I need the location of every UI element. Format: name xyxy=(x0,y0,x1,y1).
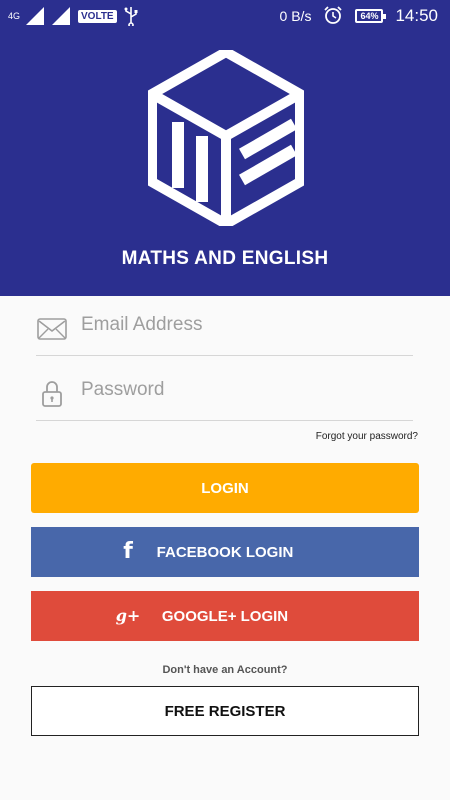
status-right: 0 B/s 64% 14:50 xyxy=(280,0,438,32)
status-bar: 4G VOLTE 0 B/s 64% 14:50 xyxy=(0,0,450,32)
password-input[interactable] xyxy=(81,375,401,405)
network-type: 4G xyxy=(8,10,21,21)
app-header: MATHS AND ENGLISH xyxy=(0,32,450,296)
no-account-text: Don't have an Account? xyxy=(162,664,288,676)
envelope-icon xyxy=(37,318,67,340)
facebook-login-label: FACEBOOK LOGIN xyxy=(156,543,294,561)
volte-badge: VOLTE xyxy=(78,9,117,23)
battery-icon: 64% xyxy=(355,9,387,23)
alarm-icon xyxy=(323,5,343,28)
google-login-label: GOOGLE+ LOGIN xyxy=(161,607,289,625)
google-login-button[interactable]: g+ GOOGLE+ LOGIN xyxy=(31,591,419,641)
free-register-label: FREE REGISTER xyxy=(164,702,286,720)
clock: 14:50 xyxy=(395,6,438,25)
email-input[interactable] xyxy=(81,310,401,340)
forgot-password-link[interactable]: Forgot your password? xyxy=(316,431,418,442)
lock-icon xyxy=(42,381,62,407)
login-button[interactable]: LOGIN xyxy=(31,463,419,513)
data-speed: 0 B/s xyxy=(279,8,312,24)
status-left: 4G VOLTE xyxy=(8,0,139,32)
password-field-container xyxy=(36,371,413,421)
facebook-icon: f xyxy=(123,538,133,564)
signal-sim1-icon xyxy=(26,7,46,25)
login-button-label: LOGIN xyxy=(201,479,249,497)
signal-sim2-icon xyxy=(52,7,72,25)
free-register-button[interactable]: FREE REGISTER xyxy=(31,686,419,736)
facebook-login-button[interactable]: f FACEBOOK LOGIN xyxy=(31,527,419,577)
app-title: MATHS AND ENGLISH xyxy=(121,248,329,269)
me-cube-logo-icon xyxy=(148,50,304,226)
usb-icon xyxy=(123,6,139,28)
email-field-container xyxy=(36,306,413,356)
google-plus-icon: g+ xyxy=(115,605,141,625)
